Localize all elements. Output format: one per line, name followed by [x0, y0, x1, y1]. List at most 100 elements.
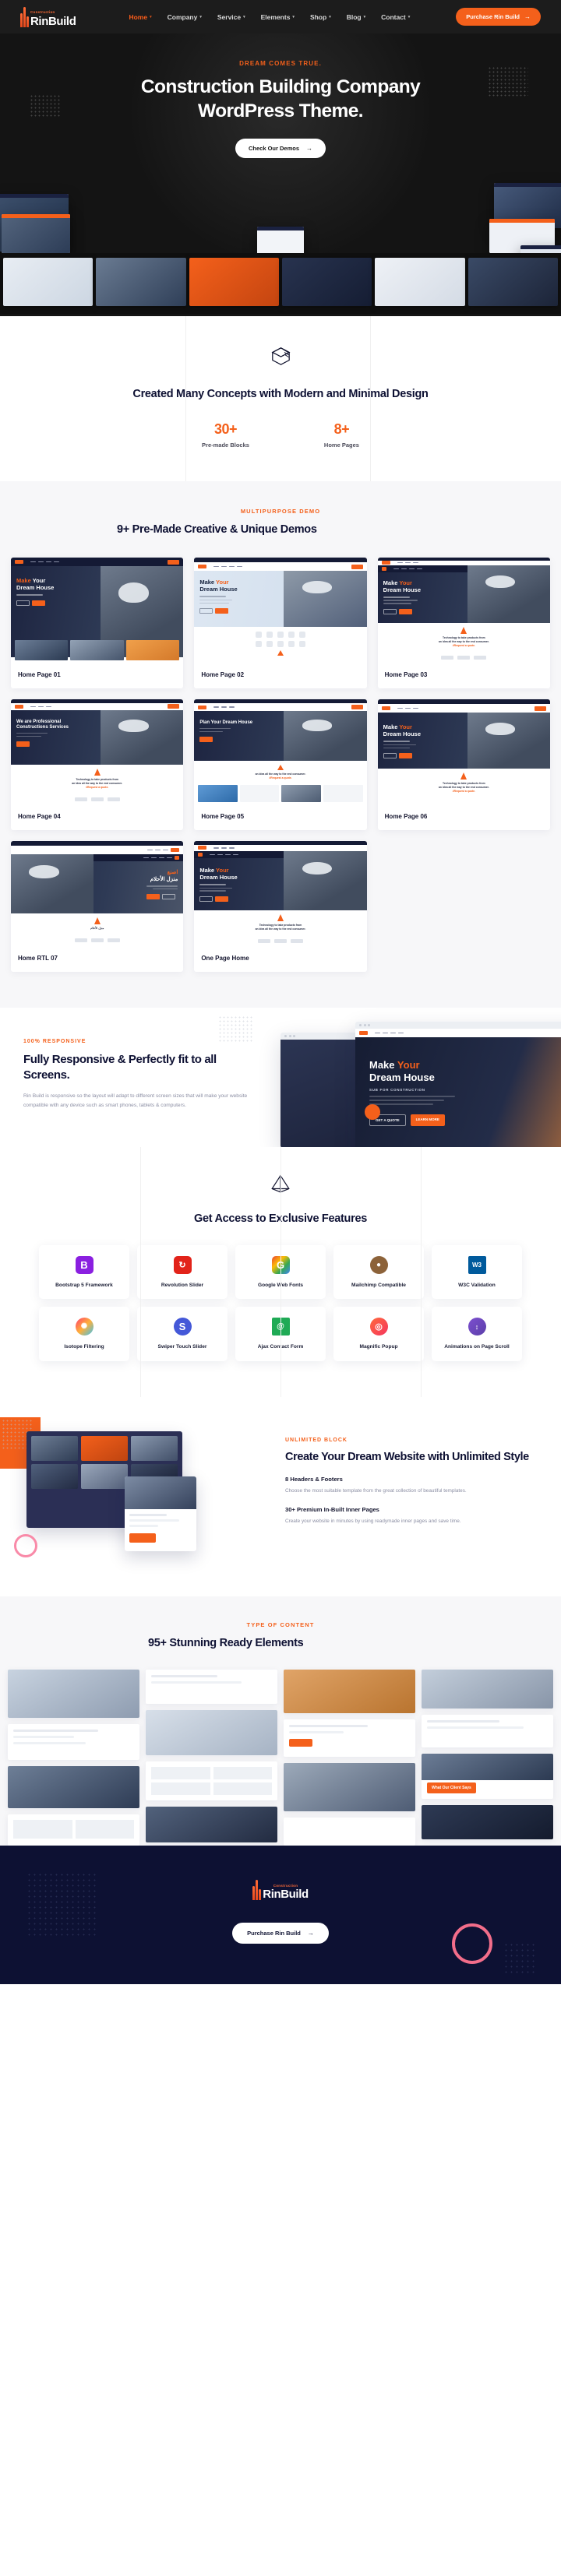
unlimited-item-inner-pages: 30+ Premium In-Built Inner Pages Create …: [285, 1506, 530, 1526]
element-card[interactable]: [146, 1761, 277, 1801]
demo-thumbnail: Plan Your Dream House an idea all the wa…: [194, 699, 367, 806]
demo-head-make: Make: [16, 577, 31, 585]
nav-label: Contact: [381, 12, 406, 21]
hero-section: DREAM COMES TRUE. Construction Building …: [0, 33, 561, 316]
element-card[interactable]: [284, 1670, 415, 1714]
feature-card-w3c[interactable]: W3 W3C Validation: [432, 1245, 522, 1300]
demo-label: Home Page 02: [201, 671, 245, 679]
demo-card-home-rtl-07[interactable]: اصنع منزل الأحلام منزل الأحلام Home RTL …: [11, 841, 184, 973]
element-card[interactable]: [422, 1670, 553, 1709]
nav-label: Company: [167, 12, 198, 21]
site-logo[interactable]: Construction RinBuild: [20, 6, 76, 27]
unlimited-mockups: [0, 1416, 280, 1565]
demo-card-home-page-02[interactable]: Make Your Dream House Home Page 02: [194, 558, 367, 689]
demo-head-dream: Dream House: [383, 730, 422, 738]
element-card[interactable]: [8, 1766, 139, 1809]
demo-card-home-page-04[interactable]: We are Professional Constructions Service…: [11, 699, 184, 831]
filmstrip-item[interactable]: [96, 257, 186, 306]
arrow-right-icon: →: [524, 13, 531, 20]
demo-thumbnail: Make Your Dream House Technology to take…: [377, 558, 550, 664]
chevron-down-icon: ▾: [363, 14, 366, 19]
demo-label: One Page Home: [201, 955, 249, 962]
nav-label: Service: [217, 12, 242, 21]
filmstrip-item[interactable]: [375, 257, 465, 306]
chevron-down-icon: ▾: [329, 14, 331, 19]
nav-item-blog[interactable]: Blog ▾: [347, 13, 365, 21]
demo-thumbnail: اصنع منزل الأحلام منزل الأحلام: [11, 841, 184, 948]
nav-item-service[interactable]: Service ▾: [217, 13, 245, 21]
footer-logo[interactable]: Construction RinBuild: [252, 1880, 309, 1901]
mock-title-dream: Dream House: [369, 1071, 435, 1083]
element-card[interactable]: [146, 1807, 277, 1843]
element-card-testimonial[interactable]: What Our Client Says: [422, 1754, 553, 1800]
element-card[interactable]: [422, 1805, 553, 1840]
feature-card-animations[interactable]: ↕ Animations on Page Scroll: [432, 1307, 522, 1361]
check-demos-button[interactable]: Check Our Demos →: [235, 138, 326, 158]
revolution-slider-icon: ↻: [173, 1256, 192, 1275]
feature-card-bootstrap[interactable]: B Bootstrap 5 Framework: [39, 1245, 129, 1300]
nav-item-company[interactable]: Company ▾: [168, 13, 202, 21]
unlimited-eyebrow: UNLIMITED BLOCK: [285, 1437, 348, 1443]
element-card[interactable]: [146, 1710, 277, 1756]
feature-card-swiper[interactable]: S Swiper Touch Slider: [137, 1307, 228, 1361]
element-card[interactable]: [284, 1818, 415, 1846]
demo-footer-link: #Request a quote.: [86, 786, 109, 790]
demo-thumbnail: Make Your Dream House: [11, 558, 184, 664]
feature-card-revolution-slider[interactable]: ↻ Revolution Slider: [137, 1245, 228, 1300]
hero-title-line-1: Construction Building Company: [140, 76, 421, 97]
element-card[interactable]: [422, 1715, 553, 1748]
demos-title: 9+ Pre-Made Creative & Unique Demos: [117, 523, 317, 536]
chevron-down-icon: ▾: [292, 14, 295, 19]
feature-card-isotope[interactable]: ✺ Isotope Filtering: [39, 1307, 129, 1361]
animations-icon: ↕: [468, 1318, 486, 1336]
nav-item-shop[interactable]: Shop ▾: [310, 13, 331, 21]
element-card[interactable]: [8, 1814, 139, 1846]
magnific-popup-icon: ◎: [369, 1318, 388, 1336]
nav-item-contact[interactable]: Contact ▾: [381, 13, 410, 21]
hero-filmstrip: [0, 252, 561, 314]
feature-label: Bootstrap 5 Framework: [55, 1283, 113, 1289]
nav-item-home[interactable]: Home ▾: [129, 13, 151, 21]
feature-label: Revolution Slider: [161, 1283, 204, 1289]
swiper-icon: S: [173, 1318, 192, 1336]
element-card[interactable]: [8, 1724, 139, 1761]
feature-card-mailchimp[interactable]: ● Mailchimp Compatible: [333, 1245, 424, 1300]
purchase-button[interactable]: Purchase Rin Build →: [456, 8, 541, 26]
unlimited-item-body: Choose the most suitable template from t…: [285, 1487, 467, 1494]
purchase-button-label: Purchase Rin Build: [466, 13, 520, 20]
filmstrip-item[interactable]: [468, 257, 558, 306]
nav-label: Blog: [346, 12, 362, 21]
responsive-section: 100% RESPONSIVE Fully Responsive & Perfe…: [0, 1008, 561, 1147]
feature-label: W3C Validation: [458, 1283, 496, 1289]
element-card[interactable]: [146, 1670, 277, 1705]
demo-label: Home Page 01: [18, 671, 61, 679]
demo-card-home-page-01[interactable]: Make Your Dream House Home Page 01: [11, 558, 184, 689]
feature-card-magnific-popup[interactable]: ◎ Magnific Popup: [333, 1307, 424, 1361]
demo-card-home-page-06[interactable]: Make Your Dream House Technology to take…: [377, 699, 550, 831]
demo-head-your: Your: [216, 579, 229, 586]
filmstrip-item[interactable]: [3, 257, 94, 306]
elements-section: TYPE OF CONTENT 95+ Stunning Ready Eleme…: [0, 1596, 561, 1846]
nav-item-elements[interactable]: Elements ▾: [261, 13, 295, 21]
demo-card-home-page-03[interactable]: Make Your Dream House Technology to take…: [377, 558, 550, 689]
element-card[interactable]: [8, 1670, 139, 1719]
demo-head-make: Make: [383, 579, 398, 586]
flame-icon: [20, 6, 29, 27]
flame-icon: [252, 1880, 262, 1901]
filmstrip-item[interactable]: [281, 257, 372, 306]
demo-card-home-page-05[interactable]: Plan Your Dream House an idea all the wa…: [194, 699, 367, 831]
feature-label: Isotope Filtering: [64, 1344, 104, 1350]
element-card[interactable]: [284, 1763, 415, 1812]
feature-label: Animations on Page Scroll: [444, 1344, 510, 1350]
check-demos-label: Check Our Demos: [248, 144, 300, 152]
hero-screenshot: [2, 213, 70, 253]
footer-purchase-button[interactable]: Purchase Rin Build →: [232, 1923, 329, 1944]
element-card[interactable]: [284, 1719, 415, 1758]
filmstrip-item[interactable]: [189, 257, 279, 306]
feature-label: Mailchimp Compatible: [351, 1283, 406, 1289]
mock-btn-learn[interactable]: LEARN MORE: [410, 1114, 445, 1127]
elements-eyebrow: TYPE OF CONTENT: [246, 1621, 315, 1628]
mock-title-your: Your: [397, 1059, 420, 1072]
demo-card-one-page-home[interactable]: Make Your Dream House Technology to take…: [194, 841, 367, 973]
stat-label: Pre-made Blocks: [202, 441, 249, 449]
